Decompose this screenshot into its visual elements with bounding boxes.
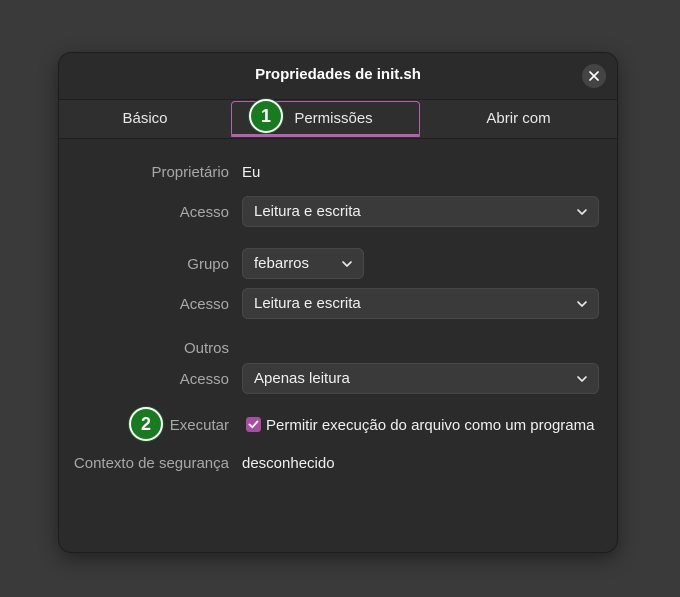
execute-label: Executar (169, 417, 229, 434)
annotation-number: 1 (260, 105, 271, 126)
active-tab-indicator (231, 134, 420, 137)
chevron-down-icon (577, 301, 587, 307)
properties-dialog: Propriedades de init.sh Básico Permissõe… (59, 53, 617, 552)
others-access-label: Acesso (179, 371, 229, 388)
group-dropdown[interactable]: febarros (242, 248, 364, 279)
close-icon (589, 71, 599, 81)
tab-label: Permissões (294, 109, 373, 127)
chevron-down-icon (577, 209, 587, 215)
others-access-value: Apenas leitura (254, 370, 350, 387)
close-button[interactable] (582, 64, 606, 88)
group-value: febarros (254, 255, 310, 272)
tab-abrir-com[interactable]: Abrir com (420, 99, 617, 137)
owner-access-value: Leitura e escrita (254, 203, 361, 220)
group-access-label: Acesso (179, 296, 229, 313)
title-bar: Propriedades de init.sh (59, 53, 617, 99)
owner-access-label: Acesso (179, 204, 229, 221)
others-access-dropdown[interactable]: Apenas leitura (242, 363, 599, 394)
group-access-dropdown[interactable]: Leitura e escrita (242, 288, 599, 319)
owner-access-dropdown[interactable]: Leitura e escrita (242, 196, 599, 227)
security-context-label: Contexto de segurança (73, 455, 229, 472)
tab-label: Básico (122, 109, 168, 127)
annotation-badge-1: 1 (249, 99, 283, 133)
others-label: Outros (183, 340, 229, 357)
chevron-down-icon (577, 376, 587, 382)
tab-basico[interactable]: Básico (59, 99, 231, 137)
annotation-number: 2 (140, 413, 151, 434)
annotation-badge-2: 2 (129, 407, 163, 441)
owner-value: Eu (242, 164, 261, 181)
chevron-down-icon (342, 261, 352, 267)
tab-label: Abrir com (486, 109, 551, 127)
execute-checkbox[interactable] (246, 417, 261, 432)
group-label: Grupo (187, 256, 229, 273)
execute-checkbox-label[interactable]: Permitir execução do arquivo como um pro… (266, 417, 594, 434)
security-context-value: desconhecido (242, 455, 335, 472)
window-title: Propriedades de init.sh (255, 66, 421, 83)
check-icon (248, 420, 259, 429)
owner-label: Proprietário (151, 164, 229, 181)
group-access-value: Leitura e escrita (254, 295, 361, 312)
